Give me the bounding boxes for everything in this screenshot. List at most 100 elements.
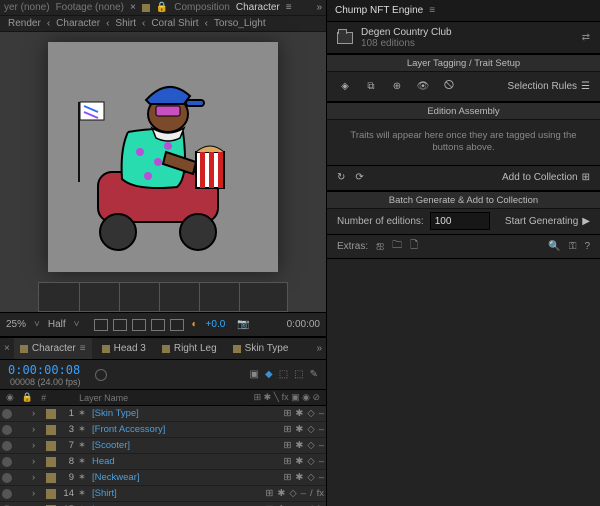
num-editions-input[interactable]	[430, 212, 490, 230]
section-tagging-header: Layer Tagging / Trait Setup	[327, 54, 600, 72]
viewer-option-icon[interactable]	[113, 319, 127, 331]
timeline-option-icon[interactable]: ⬚	[279, 369, 288, 380]
start-generating-button[interactable]: Start Generating ▶	[505, 216, 590, 227]
layer-name[interactable]: [Scooter]	[92, 440, 202, 451]
copy-icon[interactable]: ⧉	[363, 79, 379, 95]
layer-number: 14	[60, 488, 74, 499]
lock-header-icon[interactable]: 🔒	[22, 392, 33, 403]
chevron-down-icon[interactable]: ˅	[74, 319, 80, 330]
timeline-option-icon[interactable]: ▣	[250, 369, 259, 380]
viewer-option-icon[interactable]	[151, 319, 165, 331]
color-label[interactable]	[46, 425, 56, 435]
star-icon: ✶	[78, 472, 88, 483]
timeline-option-icon[interactable]: ◆	[265, 369, 273, 380]
menu-icon[interactable]: ≡	[286, 2, 292, 13]
menu-icon[interactable]: ≡	[80, 343, 86, 354]
timeline-panel: × Character≡ Head 3 Right Leg Skin Type …	[0, 336, 326, 506]
viewer-option-icon[interactable]	[132, 319, 146, 331]
color-label[interactable]	[46, 489, 56, 499]
tag-icon[interactable]: ◈	[337, 79, 353, 95]
composition-viewer[interactable]: 25% ˅ Half ˅ ◐ +0.0 📷 0:00:00	[0, 32, 326, 336]
layer-row[interactable]: ›1✶[Skin Type]⊞✱◇–	[0, 406, 326, 422]
tab-head3[interactable]: Head 3	[96, 338, 152, 359]
color-label[interactable]	[46, 457, 56, 467]
search-icon[interactable]	[95, 369, 107, 381]
key-icon[interactable]: ⚿	[569, 241, 577, 252]
folder-icon[interactable]: 🗀	[392, 238, 402, 255]
color-label[interactable]	[46, 473, 56, 483]
chevron-right-icon[interactable]: ›	[32, 456, 42, 467]
breadcrumb-render[interactable]: Render	[8, 18, 41, 29]
chevron-right-icon[interactable]: ›	[32, 424, 42, 435]
layer-name[interactable]: [Skin Type]	[92, 408, 202, 419]
eye-icon[interactable]: ◉	[6, 392, 14, 403]
visibility-toggle[interactable]	[2, 489, 12, 499]
breadcrumb-item[interactable]: Coral Shirt	[151, 18, 198, 29]
time-display[interactable]: 0:00:00	[287, 319, 320, 330]
layer-row[interactable]: ›8✶Head⊞✱◇–	[0, 454, 326, 470]
lock-icon[interactable]: 🔒	[156, 2, 168, 13]
search-icon[interactable]: 🔍	[548, 241, 560, 252]
layer-modes: ⊞✱◇–/fx	[265, 488, 324, 499]
viewer-option-icon[interactable]	[170, 319, 184, 331]
layer-row[interactable]: ›15✶Legs⊞✱◇–/fx	[0, 502, 326, 506]
layer-name[interactable]: Head	[92, 456, 202, 467]
work-area-bar[interactable]	[38, 282, 288, 312]
extras-icon[interactable]: ஐ	[376, 240, 384, 252]
link-icon[interactable]: ⊕	[389, 79, 405, 95]
tab-rightleg[interactable]: Right Leg	[156, 338, 223, 359]
layer-name[interactable]: [Neckwear]	[92, 472, 202, 483]
color-label[interactable]	[46, 409, 56, 419]
lock-icon[interactable]: 🛇	[441, 79, 457, 95]
breadcrumb-item[interactable]: Torso_Light	[214, 18, 266, 29]
close-icon[interactable]: ×	[130, 2, 136, 13]
chevron-right-icon[interactable]: ›	[32, 488, 42, 499]
menu-icon[interactable]: ≡	[429, 5, 435, 16]
layer-row[interactable]: ›3✶[Front Accessory]⊞✱◇–	[0, 422, 326, 438]
breadcrumb-item[interactable]: Shirt	[115, 18, 136, 29]
layer-row[interactable]: ›14✶[Shirt]⊞✱◇–/fx	[0, 486, 326, 502]
layer-name[interactable]: [Shirt]	[92, 488, 202, 499]
timeline-option-icon[interactable]: ✎	[310, 369, 318, 380]
timecode[interactable]: 0:00:00:08	[8, 363, 81, 377]
chevron-right-icon[interactable]: ›	[32, 472, 42, 483]
options-icon[interactable]: ⇄	[582, 32, 590, 43]
chevron-right-icon[interactable]: ›	[32, 408, 42, 419]
regenerate-icon[interactable]: ⟳	[355, 172, 363, 183]
layer-row[interactable]: ›9✶[Neckwear]⊞✱◇–	[0, 470, 326, 486]
star-icon: ✶	[78, 456, 88, 467]
selection-rules-button[interactable]: Selection Rules ☰	[508, 81, 590, 92]
visibility-toggle[interactable]	[2, 441, 12, 451]
zoom-dropdown[interactable]: 25%	[6, 319, 26, 330]
project-row[interactable]: Degen Country Club 108 editions ⇄	[327, 22, 600, 54]
close-icon[interactable]: ×	[4, 343, 10, 354]
camera-icon[interactable]: 📷	[237, 319, 249, 330]
selection-rules-label: Selection Rules	[508, 81, 577, 92]
layer-name[interactable]: [Front Accessory]	[92, 424, 202, 435]
timeline-option-icon[interactable]: ⬚	[294, 369, 303, 380]
resolution-dropdown[interactable]: Half	[48, 319, 66, 330]
visibility-icon[interactable]: 👁	[415, 79, 431, 95]
visibility-toggle[interactable]	[2, 409, 12, 419]
chevron-right-icon[interactable]: ›	[32, 440, 42, 451]
add-to-collection-button[interactable]: Add to Collection ⊞	[502, 172, 590, 183]
canvas[interactable]	[48, 42, 278, 272]
viewer-option-icon[interactable]	[94, 319, 108, 331]
expand-icon[interactable]: »	[316, 343, 322, 354]
file-icon[interactable]: 🗋	[410, 238, 418, 255]
help-icon[interactable]: ?	[584, 241, 590, 252]
breadcrumb-item[interactable]: Character	[56, 18, 100, 29]
visibility-toggle[interactable]	[2, 425, 12, 435]
tab-character[interactable]: Character≡	[14, 338, 92, 359]
tab-skintype[interactable]: Skin Type	[227, 338, 295, 359]
expand-icon[interactable]: »	[316, 2, 322, 13]
visibility-toggle[interactable]	[2, 473, 12, 483]
layer-row[interactable]: ›7✶[Scooter]⊞✱◇–	[0, 438, 326, 454]
visibility-toggle[interactable]	[2, 457, 12, 467]
viewer-option-icon[interactable]: ◐	[192, 319, 198, 330]
exposure-value[interactable]: +0.0	[206, 319, 226, 330]
composition-name[interactable]: Character	[236, 2, 280, 13]
color-label[interactable]	[46, 441, 56, 451]
refresh-icon[interactable]: ↻	[337, 172, 345, 183]
chevron-down-icon[interactable]: ˅	[34, 319, 40, 330]
